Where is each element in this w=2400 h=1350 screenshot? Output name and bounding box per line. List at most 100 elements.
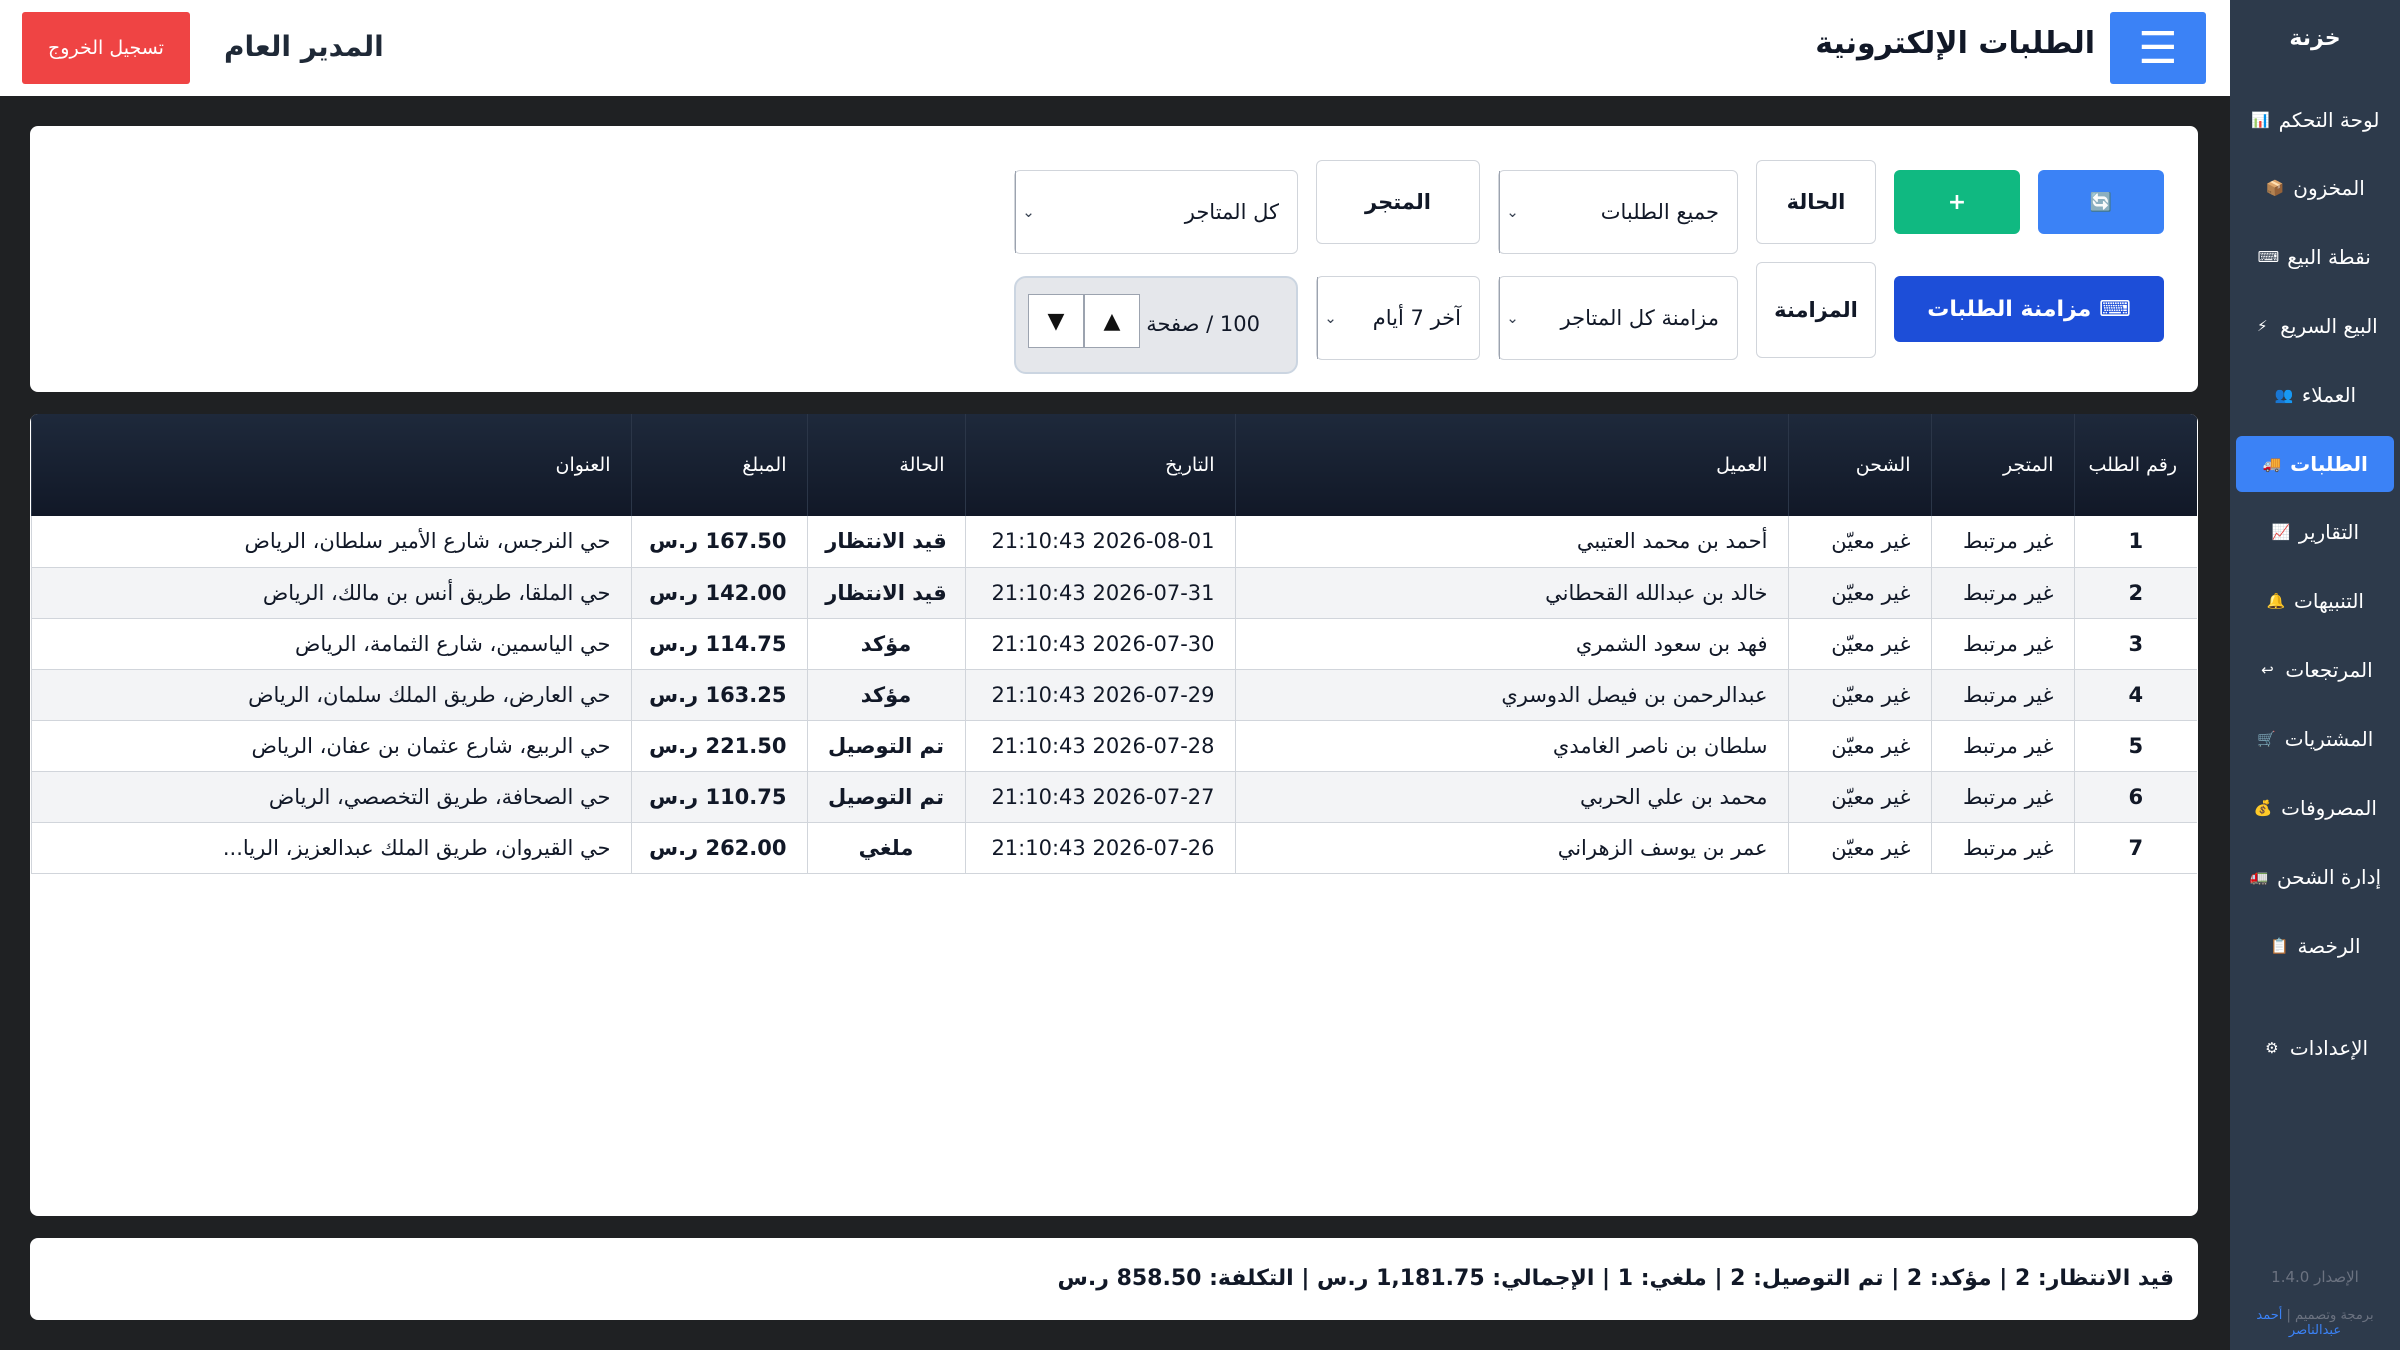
cell-customer: محمد بن علي الحربي <box>1234 771 1788 823</box>
sync-store-select[interactable]: مزامنة كل المتاجر ⌄ <box>1498 276 1738 360</box>
sidebar-item-icon: ⌨ <box>2257 248 2280 266</box>
sidebar-item-label: المرتجعات <box>2285 658 2373 682</box>
status-label: الحالة <box>1756 160 1876 244</box>
store-select-value: كل المتاجر <box>1184 200 1279 224</box>
store-select[interactable]: كل المتاجر ⌄ <box>1014 170 1298 254</box>
chevron-down-icon: ⌄ <box>1317 277 1343 359</box>
sidebar-item-icon: 🔔 <box>2266 592 2286 610</box>
sidebar-item-11[interactable]: إدارة الشحن 🚛 <box>2236 849 2394 905</box>
sidebar-item-8[interactable]: المرتجعات ↩ <box>2236 642 2394 698</box>
table-row[interactable]: 2 غير مرتبط غير معيّن خالد بن عبدالله القحط… <box>30 567 2197 619</box>
caret-down-icon: ▼ <box>1047 308 1065 334</box>
sidebar: خزنة لوحة التحكم 📊 المخزون 📦 نقطة البيع ⌨ البي… <box>2230 0 2400 1350</box>
cell-shipping: غير معيّن <box>1787 516 1931 568</box>
sidebar-item-icon: 📦 <box>2265 179 2285 197</box>
column-header[interactable]: العميل <box>1234 414 1788 516</box>
page-size-stepper: 100 / صفحة ▲ ▼ <box>1014 276 1298 374</box>
cell-customer: عمر بن يوسف الزهراني <box>1234 822 1788 874</box>
sync-orders-button[interactable]: ⌨ مزامنة الطلبات <box>1894 276 2164 342</box>
user-name: المدير العام <box>224 30 384 63</box>
date-range-value: آخر 7 أيام <box>1372 306 1461 330</box>
refresh-button[interactable]: 🔄 <box>2038 170 2164 234</box>
cell-amount: 142.00 ر.س <box>630 567 807 619</box>
cell-status: مؤكد <box>806 669 965 721</box>
table-row[interactable]: 5 غير مرتبط غير معيّن سلطان بن ناصر الغامدي… <box>30 720 2197 772</box>
logout-button[interactable]: تسجيل الخروج <box>22 12 190 84</box>
column-header[interactable]: المتجر <box>1930 414 2074 516</box>
cell-store: غير مرتبط <box>1930 618 2074 670</box>
sidebar-item-1[interactable]: المخزون 📦 <box>2236 160 2394 216</box>
sidebar-item-icon: 🛒 <box>2257 730 2277 748</box>
cell-store: غير مرتبط <box>1930 567 2074 619</box>
column-header[interactable]: الحالة <box>806 414 965 516</box>
add-order-button[interactable]: + <box>1894 170 2020 234</box>
column-header[interactable]: رقم الطلب <box>2073 414 2197 516</box>
cell-date: 2026-07-31 21:10:43 <box>964 567 1235 619</box>
cell-address: حي القيروان، طريق الملك عبدالعزيز، الريا… <box>30 822 631 874</box>
sidebar-item-2[interactable]: نقطة البيع ⌨ <box>2236 229 2394 285</box>
decrement-button[interactable]: ▼ <box>1028 294 1084 348</box>
sidebar-item-icon: 🚛 <box>2249 868 2269 886</box>
cell-id: 7 <box>2073 822 2197 874</box>
sidebar-item-6[interactable]: التقارير 📈 <box>2236 504 2394 560</box>
sidebar-item-icon: ⚡ <box>2256 317 2268 335</box>
cell-shipping: غير معيّن <box>1787 669 1931 721</box>
table-header-row: رقم الطلب المتجر الشحن العميل التاريخ الحالة ا… <box>30 414 2197 516</box>
sidebar-item-label: البيع السريع <box>2280 314 2378 338</box>
sidebar-item-label: نقطة البيع <box>2287 245 2371 269</box>
cell-status: تم التوصيل <box>806 771 965 823</box>
table-row[interactable]: 7 غير مرتبط غير معيّن عمر بن يوسف الزهراني 2… <box>30 822 2197 874</box>
summary-bar: قيد الانتظار: 2 | مؤكد: 2 | تم التوصيل: … <box>30 1238 2198 1320</box>
credit-prefix: برمجة وتصميم | <box>2286 1308 2374 1323</box>
version-label: الإصدار 1.4.0 <box>2271 1268 2359 1286</box>
sidebar-item-label: المشتريات <box>2284 727 2374 751</box>
sync-select-value: مزامنة كل المتاجر <box>1560 306 1719 330</box>
table-row[interactable]: 1 غير مرتبط غير معيّن أحمد بن محمد العتيبي 2… <box>30 516 2197 568</box>
cell-store: غير مرتبط <box>1930 822 2074 874</box>
sidebar-item-3[interactable]: البيع السريع ⚡ <box>2236 298 2394 354</box>
cell-date: 2026-07-27 21:10:43 <box>964 771 1235 823</box>
cell-address: حي الياسمين، شارع الثمامة، الرياض <box>30 618 631 670</box>
cell-date: 2026-08-01 21:10:43 <box>964 516 1235 568</box>
date-range-select[interactable]: آخر 7 أيام ⌄ <box>1316 276 1480 360</box>
sidebar-item-icon: 👥 <box>2274 386 2294 404</box>
sidebar-item-10[interactable]: المصروفات 💰 <box>2236 780 2394 836</box>
sidebar-item-icon: ↩ <box>2261 661 2274 679</box>
orders-table-panel: رقم الطلب المتجر الشحن العميل التاريخ الحالة ا… <box>30 414 2198 1216</box>
cell-address: حي العارض، طريق الملك سلمان، الرياض <box>30 669 631 721</box>
cell-address: حي الربيع، شارع عثمان بن عفان، الرياض <box>30 720 631 772</box>
cell-date: 2026-07-30 21:10:43 <box>964 618 1235 670</box>
sidebar-item-icon: 💰 <box>2253 799 2273 817</box>
table-row[interactable]: 6 غير مرتبط غير معيّن محمد بن علي الحربي 202… <box>30 771 2197 823</box>
table-row[interactable]: 4 غير مرتبط غير معيّن عبدالرحمن بن فيصل الد… <box>30 669 2197 721</box>
sidebar-item-icon: 🚚 <box>2262 455 2282 473</box>
cell-shipping: غير معيّن <box>1787 771 1931 823</box>
sidebar-item-9[interactable]: المشتريات 🛒 <box>2236 711 2394 767</box>
column-header[interactable]: العنوان <box>30 414 631 516</box>
sidebar-item-7[interactable]: التنبيهات 🔔 <box>2236 573 2394 629</box>
sidebar-item-0[interactable]: لوحة التحكم 📊 <box>2236 92 2394 148</box>
cell-address: حي النرجس، شارع الأمير سلطان، الرياض <box>30 516 631 568</box>
sidebar-item-5[interactable]: الطلبات 🚚 <box>2236 436 2394 492</box>
increment-button[interactable]: ▲ <box>1084 294 1140 348</box>
orders-table: رقم الطلب المتجر الشحن العميل التاريخ الحالة ا… <box>30 414 2197 874</box>
cell-amount: 262.00 ر.س <box>630 822 807 874</box>
cell-store: غير مرتبط <box>1930 720 2074 772</box>
table-body: 1 غير مرتبط غير معيّن أحمد بن محمد العتيبي 2… <box>30 516 2197 874</box>
status-select[interactable]: جميع الطلبات ⌄ <box>1498 170 1738 254</box>
column-header[interactable]: التاريخ <box>964 414 1235 516</box>
column-header[interactable]: الشحن <box>1787 414 1931 516</box>
table-row[interactable]: 3 غير مرتبط غير معيّن فهد بن سعود الشمري 202… <box>30 618 2197 670</box>
sidebar-item-label: الرخصة <box>2297 934 2361 958</box>
cell-store: غير مرتبط <box>1930 669 2074 721</box>
column-header[interactable]: المبلغ <box>630 414 807 516</box>
sidebar-item-icon: 📋 <box>2270 937 2289 955</box>
sidebar-item-label: العملاء <box>2301 383 2357 407</box>
sidebar-item-label: إدارة الشحن <box>2276 865 2382 889</box>
cell-address: حي الصحافة، طريق التخصصي، الرياض <box>30 771 631 823</box>
menu-toggle-button[interactable]: ☰ <box>2110 12 2206 84</box>
sidebar-item-4[interactable]: العملاء 👥 <box>2236 367 2394 423</box>
sidebar-item-12[interactable]: الرخصة 📋 <box>2236 918 2394 974</box>
cell-amount: 167.50 ر.س <box>630 516 807 568</box>
sidebar-item-13[interactable]: الإعدادات ⚙ <box>2236 1020 2394 1076</box>
